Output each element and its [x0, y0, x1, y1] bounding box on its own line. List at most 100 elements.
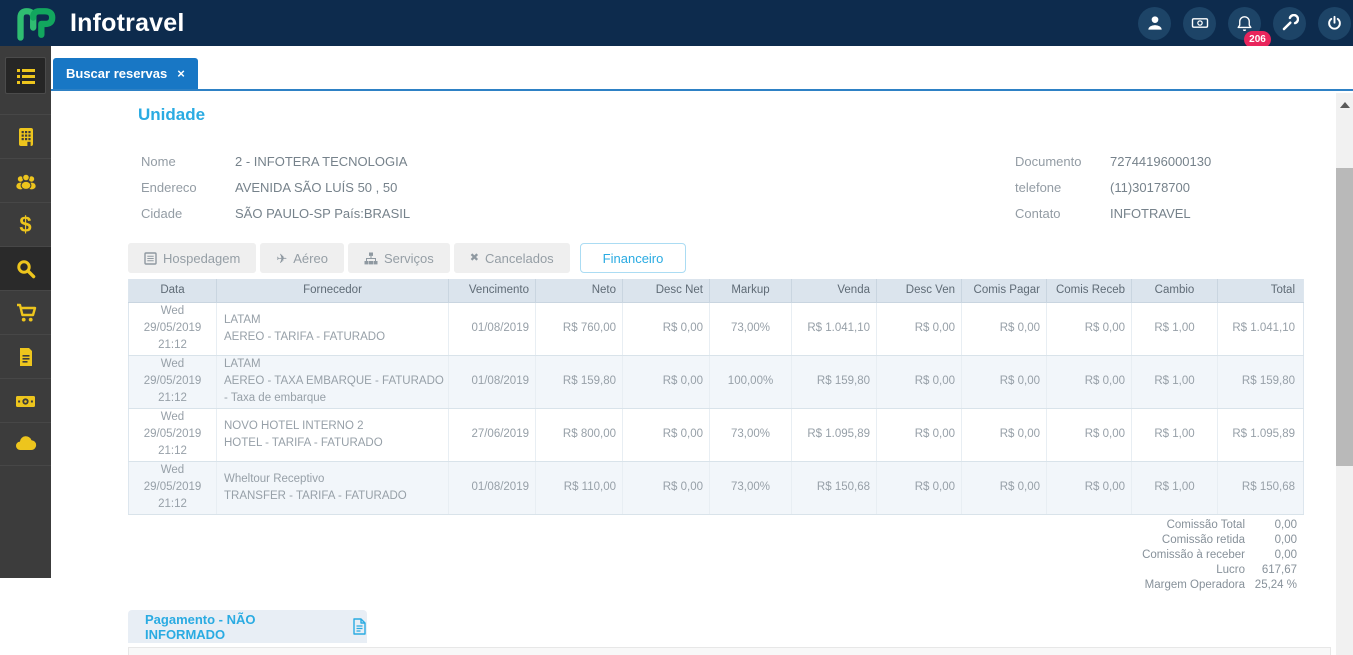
- cell-data: Wed 29/05/2019 21:12: [128, 302, 217, 356]
- tab-close-icon[interactable]: ×: [177, 67, 185, 80]
- col-total[interactable]: Total: [1217, 279, 1304, 303]
- page-title: Unidade: [138, 105, 206, 124]
- col-desc-net[interactable]: Desc Net: [622, 279, 710, 303]
- user-menu-button[interactable]: [1138, 6, 1171, 40]
- banknote-icon: [1191, 18, 1208, 28]
- finance-table-row[interactable]: Wed 29/05/2019 21:12 NOVO HOTEL INTERNO 2 HO…: [128, 408, 1304, 462]
- finance-table-body: Wed 29/05/2019 21:12 LATAM AEREO - TARIFA - …: [128, 302, 1304, 515]
- total-label: Comissão à receber: [1142, 548, 1245, 561]
- sidebar-item-documents[interactable]: [0, 334, 51, 378]
- cell-desc-net: R$ 0,00: [622, 408, 710, 462]
- cell-total: R$ 1.041,10: [1217, 302, 1304, 356]
- cell-data: Wed 29/05/2019 21:12: [128, 408, 217, 462]
- sidebar-items: $: [0, 114, 51, 466]
- field-nome: Nome 2 - INFOTERA TECNOLOGIA: [141, 148, 410, 174]
- col-venda[interactable]: Venda: [791, 279, 877, 303]
- vertical-scrollbar[interactable]: [1336, 93, 1353, 655]
- tab-servicos[interactable]: Serviços: [347, 243, 450, 273]
- total-lucro: Lucro 617,67: [128, 562, 1297, 577]
- tab-label: Hospedagem: [163, 250, 241, 266]
- col-comis-pagar[interactable]: Comis Pagar: [961, 279, 1047, 303]
- tab-aereo[interactable]: ✈ Aéreo: [260, 243, 344, 273]
- cell-desc-ven: R$ 0,00: [876, 408, 962, 462]
- users-icon: [15, 173, 36, 190]
- total-value: 617,67: [1261, 563, 1297, 576]
- cell-cambio: R$ 1,00: [1131, 408, 1218, 462]
- section-tabs: Hospedagem ✈ Aéreo Serviços ✖ Cancelados…: [128, 243, 687, 273]
- col-fornecedor[interactable]: Fornecedor: [216, 279, 449, 303]
- finance-table-row[interactable]: Wed 29/05/2019 21:12 LATAM AEREO - TAXA EMBA…: [128, 355, 1304, 409]
- cell-markup: 73,00%: [709, 461, 792, 515]
- col-neto[interactable]: Neto: [535, 279, 623, 303]
- sitemap-icon: [364, 252, 378, 265]
- sidebar-item-payments[interactable]: [0, 378, 51, 422]
- field-value: (11)30178700: [1110, 179, 1190, 195]
- cell-comis-pagar: R$ 0,00: [961, 461, 1047, 515]
- plane-icon: ✈: [276, 250, 288, 266]
- totals-summary: Comissão Total 0,00 Comissão retida 0,00…: [128, 517, 1297, 592]
- notification-badge: 206: [1244, 30, 1271, 48]
- sidebar-item-clients[interactable]: [0, 158, 51, 202]
- unidade-info-right: Documento 72744196000130 telefone (11)30…: [1015, 148, 1211, 226]
- sidebar-item-finance[interactable]: $: [0, 202, 51, 246]
- cell-markup: 73,00%: [709, 408, 792, 462]
- col-comis-receb[interactable]: Comis Receb: [1046, 279, 1132, 303]
- cell-comis-receb: R$ 0,00: [1046, 355, 1132, 409]
- col-cambio[interactable]: Cambio: [1131, 279, 1218, 303]
- power-icon: [1328, 15, 1341, 30]
- cell-neto: R$ 760,00: [535, 302, 623, 356]
- pagamento-title: Pagamento - NÃO INFORMADO: [145, 611, 256, 642]
- finance-table-row[interactable]: Wed 29/05/2019 21:12 LATAM AEREO - TARIFA - …: [128, 302, 1304, 356]
- logout-button[interactable]: [1318, 6, 1351, 40]
- scroll-up-arrow[interactable]: [1340, 102, 1350, 108]
- cell-cambio: R$ 1,00: [1131, 355, 1218, 409]
- brand[interactable]: Infotravel: [0, 4, 185, 42]
- notifications-button[interactable]: 206: [1228, 6, 1271, 48]
- tab-financeiro[interactable]: Financeiro: [579, 243, 687, 273]
- tab-bar: Buscar reservas ×: [51, 46, 1353, 91]
- scrollbar-thumb[interactable]: [1336, 168, 1353, 466]
- cell-fornecedor: Wheltour Receptivo TRANSFER - TARIFA - FA…: [216, 461, 449, 515]
- sidebar-item-search[interactable]: [0, 246, 51, 290]
- sidebar-item-company[interactable]: [0, 114, 51, 158]
- menu-list-icon: [16, 68, 35, 84]
- col-desc-ven[interactable]: Desc Ven: [876, 279, 962, 303]
- finance-table-row[interactable]: Wed 29/05/2019 21:12 Wheltour Receptivo TRAN…: [128, 461, 1304, 515]
- cell-neto: R$ 159,80: [535, 355, 623, 409]
- col-markup[interactable]: Markup: [709, 279, 792, 303]
- total-label: Margem Operadora: [1144, 578, 1245, 591]
- total-label: Comissão retida: [1161, 533, 1245, 546]
- cell-comis-receb: R$ 0,00: [1046, 408, 1132, 462]
- sidebar-item-cart[interactable]: [0, 290, 51, 334]
- cell-fornecedor: LATAM AEREO - TAXA EMBARQUE - FATURADO - …: [216, 355, 449, 409]
- sidebar-item-cloud[interactable]: [0, 422, 51, 466]
- sidebar: $: [0, 46, 51, 578]
- tab-buscar-reservas[interactable]: Buscar reservas ×: [53, 58, 198, 89]
- brand-name: Infotravel: [70, 8, 185, 37]
- cell-venda: R$ 150,68: [791, 461, 877, 515]
- cell-cambio: R$ 1,00: [1131, 302, 1218, 356]
- total-label: Comissão Total: [1166, 518, 1245, 531]
- tab-hospedagem[interactable]: Hospedagem: [128, 243, 257, 273]
- cell-desc-net: R$ 0,00: [622, 302, 710, 356]
- cell-vencimento: 01/08/2019: [448, 302, 536, 356]
- cloud-icon: [15, 436, 37, 451]
- bell-icon: [1237, 15, 1252, 31]
- billing-button[interactable]: [1183, 6, 1216, 40]
- pagamento-header[interactable]: Pagamento - NÃO INFORMADO: [128, 610, 367, 643]
- cell-desc-ven: R$ 0,00: [876, 461, 962, 515]
- sidebar-menu-toggle[interactable]: [5, 57, 46, 94]
- cell-venda: R$ 1.095,89: [791, 408, 877, 462]
- field-documento: Documento 72744196000130: [1015, 148, 1211, 174]
- col-vencimento[interactable]: Vencimento: [448, 279, 536, 303]
- total-margem-operadora: Margem Operadora 25,24 %: [128, 577, 1297, 592]
- wrench-icon: [1282, 13, 1299, 30]
- cell-comis-pagar: R$ 0,00: [961, 408, 1047, 462]
- field-label: Cidade: [141, 205, 183, 221]
- tab-cancelados[interactable]: ✖ Cancelados: [453, 243, 570, 273]
- field-value: AVENIDA SÃO LUÍS 50 , 50: [235, 179, 398, 195]
- cell-desc-ven: R$ 0,00: [876, 355, 962, 409]
- settings-button[interactable]: [1273, 6, 1306, 40]
- cell-data: Wed 29/05/2019 21:12: [128, 461, 217, 515]
- col-data[interactable]: Data: [128, 279, 217, 303]
